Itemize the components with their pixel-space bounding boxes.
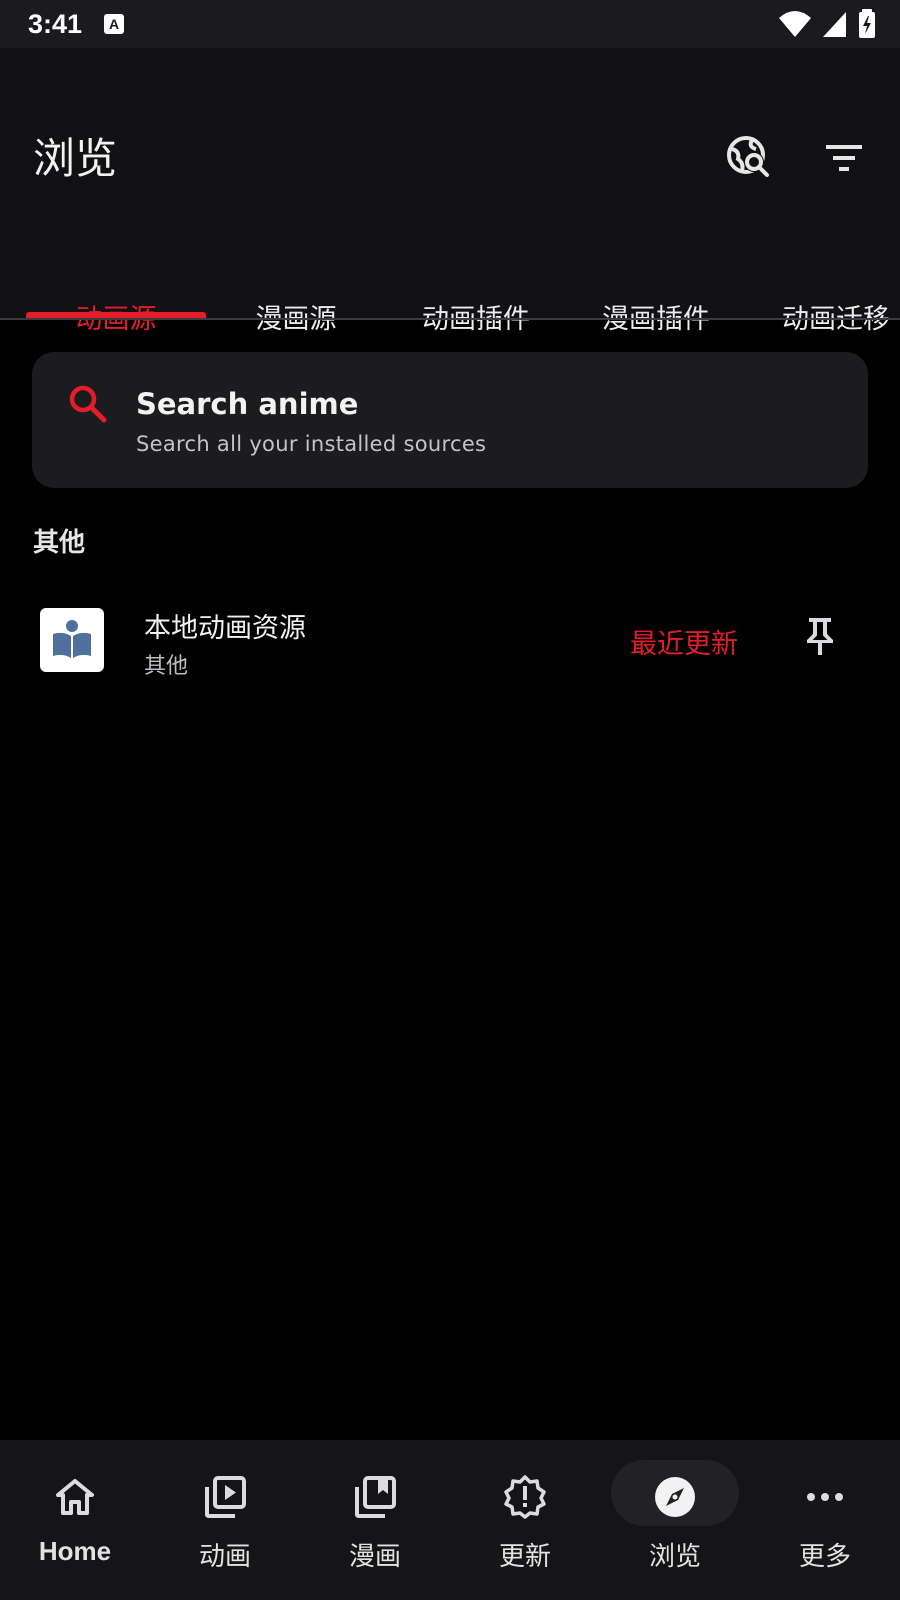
nav-updates[interactable]: 更新 [450,1440,600,1600]
source-language: 其他 [144,654,189,679]
nav-anime[interactable]: 动画 [150,1440,300,1600]
bottom-navigation: Home 动画 漫画 更新 浏览 更多 [0,1440,900,1600]
nav-label-anime: 动画 [198,1542,251,1572]
pin-icon [807,618,833,655]
section-header: 其他 [33,528,86,558]
nav-label-manga: 漫画 [348,1542,401,1572]
page-title: 浏览 [33,134,118,183]
source-list-item[interactable]: 本地动画资源 其他 最近更新 [0,586,900,696]
status-icons [778,9,876,39]
source-name: 本地动画资源 [144,613,306,644]
status-bar: 3:41 A [0,0,900,48]
search-subtitle: Search all your installed sources [136,432,487,456]
latest-button[interactable]: 最近更新 [630,622,738,661]
nav-label-updates: 更新 [498,1542,551,1572]
nav-home[interactable]: Home [0,1440,150,1600]
tab-manga-extensions[interactable]: 漫画插件 [566,266,746,366]
signal-icon [823,12,846,37]
video-library-icon [205,1476,246,1518]
nav-label-browse: 浏览 [648,1542,701,1572]
collections-bookmark-icon [355,1476,396,1518]
local-book-icon [53,620,91,658]
nav-more[interactable]: 更多 [750,1440,900,1600]
nav-browse[interactable]: 浏览 [600,1440,750,1600]
search-icon [69,385,107,423]
new-releases-icon [504,1475,546,1519]
filter-list-icon [826,145,862,171]
explore-icon [655,1477,695,1517]
home-icon [56,1479,94,1515]
wifi-icon [779,11,811,37]
search-anime-card[interactable]: Search anime Search all your installed s… [32,352,868,488]
notification-icon: A [104,14,125,34]
top-app-bar: 浏览 动画源 漫画源 动画插件 漫画插件 动画迁移 [0,48,900,335]
global-search-button[interactable] [719,128,779,188]
travel-explore-icon [727,136,769,177]
nav-label-home: Home [38,1536,112,1566]
tab-anime-extensions[interactable]: 动画插件 [386,266,566,366]
nav-manga[interactable]: 漫画 [300,1440,450,1600]
source-icon [40,608,104,672]
filter-button[interactable] [814,128,874,188]
tab-divider [0,318,900,320]
more-horiz-icon [807,1493,843,1501]
tab-manga-sources[interactable]: 漫画源 [206,266,386,366]
status-time: 3:41 [28,8,83,39]
search-title: Search anime [136,387,359,421]
pin-button[interactable] [792,608,848,664]
battery-icon [859,9,875,38]
tab-anime-migration[interactable]: 动画迁移 [746,266,900,366]
nav-label-more: 更多 [798,1542,851,1572]
